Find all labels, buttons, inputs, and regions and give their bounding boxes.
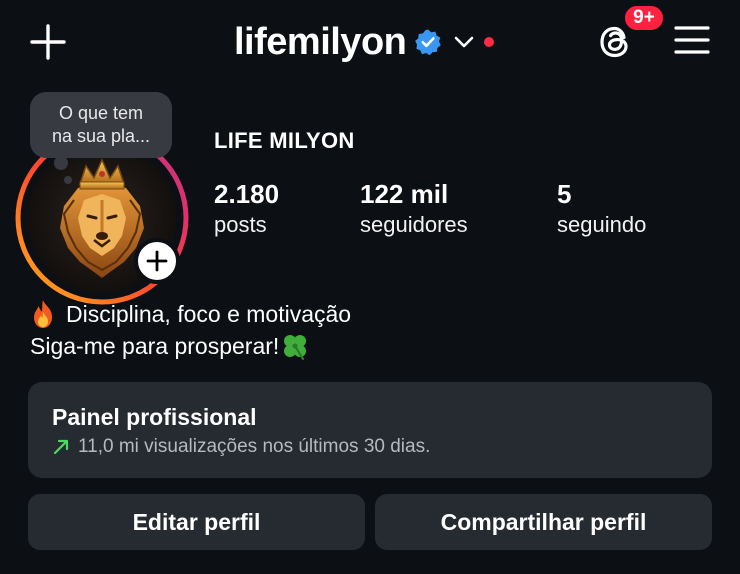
edit-profile-button[interactable]: Editar perfil [28,494,365,550]
note-bubble[interactable]: O que tem na sua pla... [30,92,172,158]
threads-notification-badge: 9+ [622,3,666,33]
note-bubble-tail [54,156,68,170]
followers-label: seguidores [360,212,468,237]
posts-count: 2.180 [214,179,280,209]
bio: Disciplina, foco e motivação Siga-me par… [30,298,351,362]
unread-dot [484,37,495,47]
followers-stat[interactable]: 122 mil seguidores [360,178,468,240]
following-label: seguindo [557,212,647,237]
dashboard-title: Painel profissional [52,404,257,430]
four-leaf-clover-emoji-icon [281,332,309,361]
followers-count: 122 mil [360,179,449,209]
add-story-button[interactable] [134,238,180,284]
posts-label: posts [214,212,267,237]
bio-text-1: Disciplina, foco e motivação [66,301,352,327]
share-profile-button[interactable]: Compartilhar perfil [375,494,712,550]
bio-line-1: Disciplina, foco e motivação [30,298,351,330]
dashboard-subtitle: 11,0 mi visualizações nos últimos 30 dia… [78,436,431,457]
following-count: 5 [557,179,572,209]
chevron-down-icon [454,35,474,49]
professional-dashboard[interactable]: Painel profissional 11,0 mi visualizaçõe… [28,382,712,478]
account-switcher[interactable]: lifemilyon [234,18,495,66]
note-line-1: O que tem [58,103,144,123]
bio-line-2: Siga-me para prosperar! [30,330,351,362]
hamburger-menu-icon[interactable] [672,22,712,58]
create-plus-icon[interactable] [30,24,66,60]
profile-screen: lifemilyon 9+ O que tem na sua pla... LI… [0,0,740,574]
bio-text-2: Siga-me para prosperar! [30,333,280,359]
note-bubble-tail-small [64,176,72,184]
username: lifemilyon [234,21,407,63]
verified-badge-icon [414,28,442,56]
following-stat[interactable]: 5 seguindo [557,178,646,240]
note-line-2: na sua pla... [51,126,151,146]
plus-icon [146,250,168,272]
posts-stat[interactable]: 2.180 posts [214,178,279,240]
dashboard-subtitle-row: 11,0 mi visualizações nos últimos 30 dia… [52,436,430,458]
fire-emoji-icon [30,299,56,329]
display-name: LIFE MILYON [214,128,355,153]
trend-up-arrow-icon [52,438,70,456]
